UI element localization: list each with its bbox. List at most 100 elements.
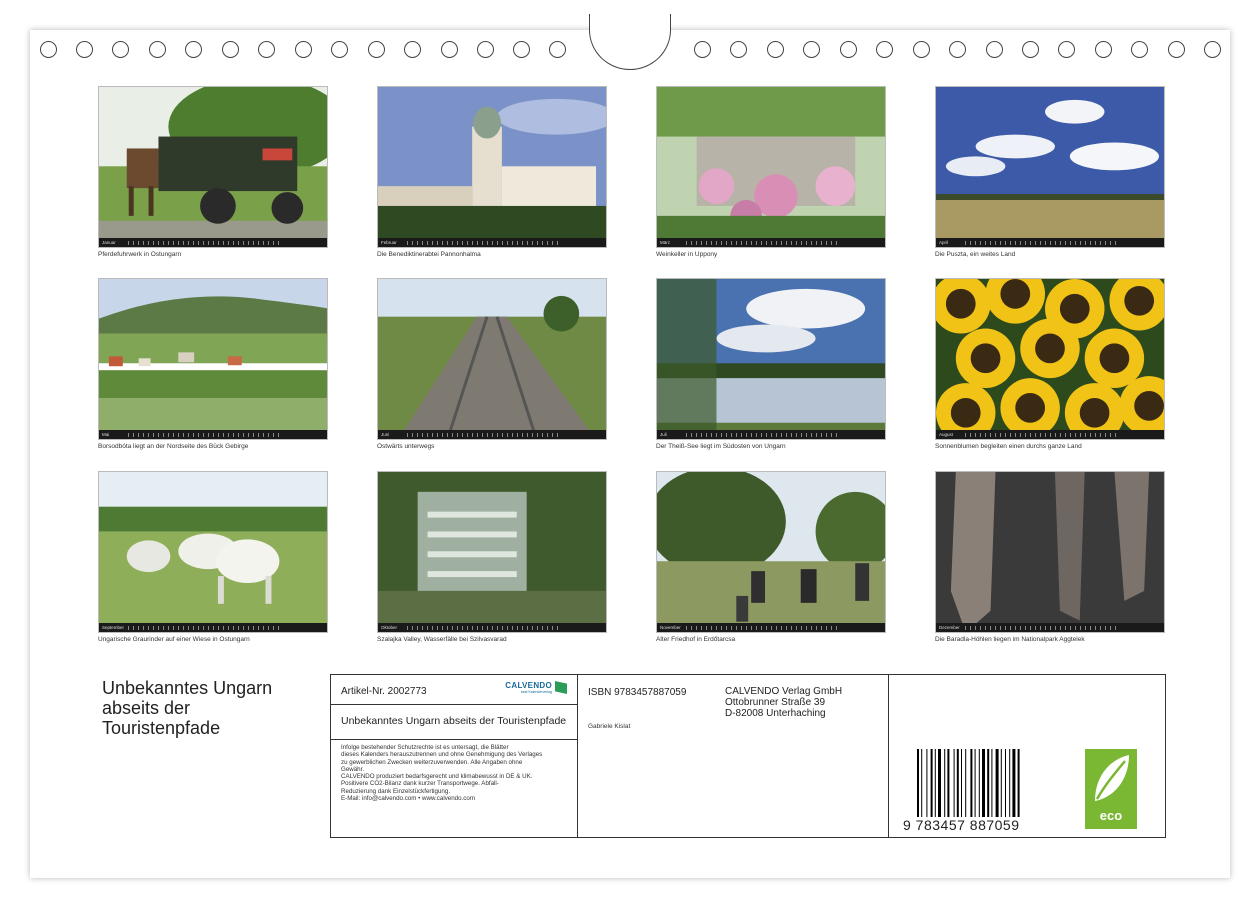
info-subtitle: Unbekanntes Ungarn abseits der Touristen… [331,705,577,740]
month-photo-cell: November Alter Friedhof in Erdőtarcsa [656,471,886,643]
month-photo: April [935,86,1165,248]
publisher-line: Ottobrunner Straße 39 [725,697,826,708]
month-label: September [102,625,125,630]
photo-image [936,472,1164,632]
month-photo-cell: März Weinkeller in Uppony [656,86,886,258]
legal-line: zu gewerblichen Zwecken weiterzuverwende… [341,758,523,766]
info-column-publisher: ISBN 9783457887059 Gabriele Kislat CALVE… [578,675,889,837]
calvendo-logo: CALVENDO best Kalenderverlag [505,681,567,694]
month-photo: Oktober [377,471,607,633]
photo-image [657,279,885,439]
photo-image [99,472,327,632]
month-photo: Dezember [935,471,1165,633]
month-photo-cell: Juni Ostwärts unterwegs [377,278,607,450]
legal-text: Infolge bestehender Schutzrechte ist es … [331,740,577,802]
brand-name: CALVENDO [505,680,552,690]
month-photo-cell: Oktober Szalajka Valley, Wasserfälle bei … [377,471,607,643]
month-photo: November [656,471,886,633]
isbn: ISBN 9783457887059 [588,687,687,698]
photo-image [378,472,606,632]
month-photo: Juni [377,278,607,440]
photo-caption: Die Benediktinerabtei Pannonhalma [377,251,481,258]
photo-caption: Alter Friedhof in Erdőtarcsa [656,636,736,643]
photo-image [657,87,885,247]
month-photo-cell: Februar Die Benediktinerabtei Pannonhalma [377,86,607,258]
month-label: Oktober [381,625,398,630]
calvendo-mark-icon [555,681,567,694]
month-label: Juli [660,432,667,437]
legal-line: Positivere CO2-Bilanz dank kurzer Transp… [341,780,499,788]
month-photo: Februar [377,86,607,248]
photo-image [657,472,885,632]
month-photo: Juli [656,278,886,440]
photo-image [936,279,1164,439]
legal-line: E-Mail: info@calvendo.com • www.calvendo… [341,795,475,803]
photo-image [378,279,606,439]
month-label: April [939,240,949,245]
barcode [917,749,1020,817]
photo-image [99,87,327,247]
month-date-strip: Juli [657,430,885,439]
month-photo: März [656,86,886,248]
month-label: Dezember [939,625,960,630]
info-column-article: Artikel-Nr. 2002773 CALVENDO best Kalend… [331,675,578,837]
month-photo-cell: August Sonnenblumen begleiten einen durch… [935,278,1165,450]
eco-label: eco [1099,808,1123,823]
photo-caption: Weinkeller in Uppony [656,251,718,258]
article-number: Artikel-Nr. 2002773 [341,686,427,697]
photo-caption: Borsodbóta liegt an der Nordseite des Bü… [98,443,249,450]
month-label: Juni [381,432,390,437]
legal-line: Gewähr. [341,765,365,773]
photo-image [936,87,1164,247]
month-photo-cell: Dezember Die Baradla-Höhlen liegen im Nat… [935,471,1165,643]
info-column-barcode: 9 783457 887059 eco [889,675,1165,837]
legal-line: Infolge bestehender Schutzrechte ist es … [341,744,509,751]
photo-caption: Szalajka Valley, Wasserfälle bei Szilvas… [377,636,507,643]
author: Gabriele Kislat [588,723,631,730]
month-photo-cell: Mai Borsodbóta liegt an der Nordseite des… [98,278,328,450]
month-photo: Mai [98,278,328,440]
month-photo-cell: Januar Pferdefuhrwerk in Ostungarn [98,86,328,258]
month-photo: August [935,278,1165,440]
eco-badge: eco [1085,749,1137,829]
month-date-strip: Mai [99,430,327,439]
month-label: November [660,625,681,630]
month-date-strip: Oktober [378,623,606,632]
month-date-strip: April [936,238,1164,247]
month-label: Mai [102,432,110,437]
month-photo-cell: September Ungarische Graurinder auf einer… [98,471,328,643]
calendar-title: Unbekanntes Ungarn abseits der Touristen… [102,678,273,738]
month-date-strip: Dezember [936,623,1164,632]
publisher-address: CALVENDO Verlag GmbH Ottobrunner Straße … [725,686,842,719]
month-date-strip: November [657,623,885,632]
month-date-strip: Februar [378,238,606,247]
month-date-strip: Juni [378,430,606,439]
month-label: März [660,240,670,245]
month-date-strip: August [936,430,1164,439]
month-date-strip: März [657,238,885,247]
photo-caption: Die Baradla-Höhlen liegen im Nationalpar… [935,636,1085,643]
month-photo-cell: Juli Der Theiß-See liegt im Südosten von … [656,278,886,450]
month-date-strip: Januar [99,238,327,247]
info-table: Artikel-Nr. 2002773 CALVENDO best Kalend… [330,674,1166,838]
legal-line: Reduzierung dank Einzelstückfertigung. [341,787,451,795]
article-row: Artikel-Nr. 2002773 CALVENDO best Kalend… [331,675,577,705]
month-label: August [939,432,954,437]
barcode-digits: 9 783457 887059 [903,817,1020,833]
photo-caption: Der Theiß-See liegt im Südosten von Unga… [656,443,786,450]
month-label: Februar [381,240,397,245]
legal-line: CALVENDO produziert bedarfsgerecht und k… [341,773,533,781]
photo-image [99,279,327,439]
month-date-strip: September [99,623,327,632]
publisher-line: D-82008 Unterhaching [725,708,826,719]
leaf-icon [1095,755,1129,801]
photo-caption: Ostwärts unterwegs [377,443,435,450]
brand-tagline: best Kalenderverlag [520,689,552,694]
photo-caption: Pferdefuhrwerk in Ostungarn [98,251,182,258]
month-photo: Januar [98,86,328,248]
photo-image [378,87,606,247]
photo-caption: Sonnenblumen begleiten einen durchs ganz… [935,443,1082,450]
publisher-line: CALVENDO Verlag GmbH [725,686,843,697]
photo-caption: Die Puszta, ein weites Land [935,251,1016,258]
month-label: Januar [102,240,116,245]
